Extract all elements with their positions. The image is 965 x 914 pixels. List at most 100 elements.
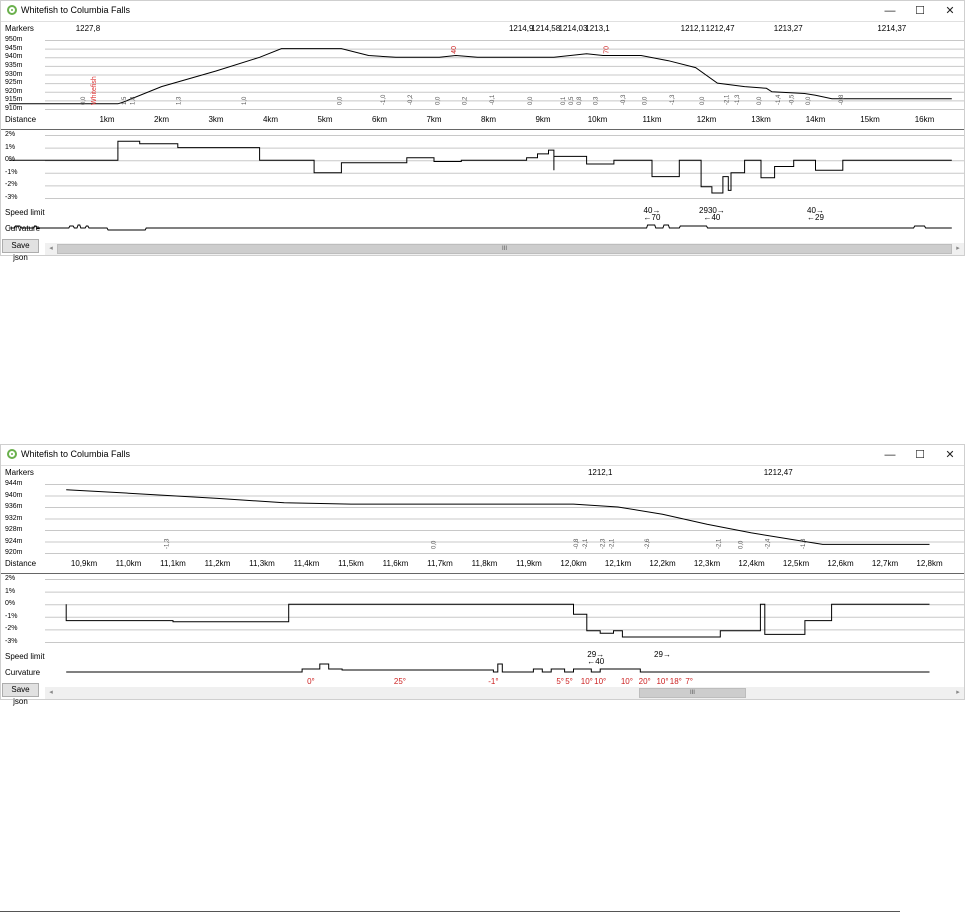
grade-profile-line: [65, 603, 930, 638]
segment-grade-label: 0,8: [577, 96, 583, 105]
segment-grade-label: -2,1: [716, 538, 722, 549]
segment-grade-label: -1,4: [776, 94, 782, 105]
curvature-degree-label: 20°: [639, 677, 651, 686]
elevation-profile-line: [8, 48, 952, 105]
distance-tick-label: 11,3km: [249, 559, 275, 568]
distance-tick-label: 11,7km: [427, 559, 453, 568]
speed-annotation-label: 70: [603, 46, 610, 54]
segment-grade-label: 0,0: [528, 96, 534, 105]
curvature-degree-label: 10°: [656, 677, 668, 686]
marker-label: 1213,27: [774, 24, 803, 33]
distance-tick-label: 6km: [372, 115, 387, 124]
segment-grade-label: -0,3: [621, 94, 627, 105]
distance-tick-label: 12,2km: [649, 559, 676, 568]
page-divider: [0, 911, 900, 912]
distance-tick-label: 11,8km: [472, 559, 498, 568]
segment-grade-label: -2,6: [645, 538, 651, 549]
segment-grade-label: 0,0: [643, 96, 649, 105]
distance-tick-label: 12,3km: [694, 559, 721, 568]
distance-tick-label: 12km: [697, 115, 717, 124]
segment-grade-label: 0,0: [81, 96, 87, 105]
grade-profile-line: [8, 140, 952, 194]
distance-tick-label: 8km: [481, 115, 496, 124]
distance-tick-label: 3km: [208, 115, 223, 124]
distance-tick-label: 11,2km: [205, 559, 231, 568]
track-profile-chart-bottom[interactable]: 1212,1 1212,47 10,9km 11,0km 11,1km 11,2km 11,…: [1, 445, 965, 701]
segment-grade-label: -1,0: [381, 94, 387, 105]
distance-tick-label: 11,1km: [160, 559, 186, 568]
curvature-degree-label: 25°: [394, 677, 406, 686]
elevation-profile-line: [66, 489, 930, 545]
segment-grade-label: -1,3: [165, 538, 171, 549]
distance-tick-label: 12,1km: [605, 559, 632, 568]
curvature-degree-label: 10°: [621, 677, 633, 686]
distance-tick-label: 10km: [588, 115, 608, 124]
segment-grade-label: 0,0: [700, 96, 706, 105]
curvature-degree-label: 5°: [565, 677, 573, 686]
marker-label: 1212,47: [706, 24, 735, 33]
scroll-left-icon[interactable]: ◂: [45, 687, 57, 699]
distance-tick-label: 11,6km: [383, 559, 409, 568]
curvature-degree-label: 7°: [685, 677, 693, 686]
distance-tick-label: 12,0km: [560, 559, 587, 568]
distance-tick-label: 11,0km: [116, 559, 142, 568]
distance-tick-label: 9km: [535, 115, 550, 124]
speed-limit-marker: ←70: [644, 213, 661, 222]
segment-grade-label: -1,3: [670, 94, 676, 105]
horizontal-scrollbar-bottom[interactable]: ◂ III ▸: [45, 687, 964, 699]
scroll-thumb[interactable]: III: [638, 688, 747, 698]
segment-grade-label: -1,3: [801, 538, 807, 549]
curvature-degree-label: 10°: [594, 677, 606, 686]
distance-tick-label: 4km: [263, 115, 278, 124]
segment-grade-label: 0,0: [432, 540, 438, 549]
segment-grade-label: -0,8: [574, 538, 580, 549]
speed-limit-marker: ←40: [587, 657, 604, 666]
curvature-degree-label: 0°: [307, 677, 315, 686]
distance-tick-label: 12,8km: [916, 559, 943, 568]
distance-tick-label: 1km: [99, 115, 114, 124]
marker-label: 1212,1: [588, 468, 613, 477]
speed-annotation-label: 40: [451, 46, 458, 54]
segment-grade-label: -2,1: [583, 538, 589, 549]
marker-label: 1214,03: [559, 24, 588, 33]
segment-grade-label: 1,3: [177, 96, 183, 105]
distance-tick-label: 12,7km: [872, 559, 899, 568]
distance-tick-label: 16km: [915, 115, 935, 124]
segment-grade-label: 0,1: [561, 96, 567, 105]
scroll-right-icon[interactable]: ▸: [952, 687, 964, 699]
segment-grade-label: 0,0: [337, 96, 343, 105]
curvature-profile-line: [66, 663, 930, 673]
marker-label: 1214,9: [509, 24, 534, 33]
scroll-right-icon[interactable]: ▸: [952, 243, 964, 255]
speed-limit-marker: 29→: [654, 650, 671, 659]
segment-grade-label: -2,4: [765, 538, 771, 549]
segment-grade-label: 1,8: [130, 96, 136, 105]
distance-tick-label: 15km: [860, 115, 880, 124]
curvature-degree-label: 18°: [670, 677, 682, 686]
scroll-thumb[interactable]: III: [57, 244, 952, 254]
track-profile-chart-top[interactable]: 1227,8 1214,91214,581214,031213,1 1212,1 12…: [1, 1, 965, 257]
segment-grade-label: -1,3: [735, 94, 741, 105]
distance-tick-label: 5km: [317, 115, 332, 124]
save-json-button[interactable]: Save json: [2, 683, 39, 706]
segment-grade-label: 0,0: [806, 96, 812, 105]
segment-grade-label: 1,5: [122, 96, 128, 105]
app-window-bottom: Whitefish to Columbia Falls — ☐ ✕ Marker…: [0, 444, 965, 706]
segment-grade-label: -2,1: [724, 94, 730, 105]
distance-tick-label: 11,9km: [516, 559, 542, 568]
segment-grade-label: 0,3: [594, 96, 600, 105]
station-name-label: Whitefish: [91, 76, 98, 105]
horizontal-scrollbar-top[interactable]: ◂ III ▸: [45, 243, 964, 255]
scroll-left-icon[interactable]: ◂: [45, 243, 57, 255]
distance-tick-label: 12,6km: [827, 559, 854, 568]
distance-tick-label: 10,9km: [71, 559, 98, 568]
marker-label: 1227,8: [76, 24, 101, 33]
segment-grade-label: -2,3: [601, 538, 607, 549]
segment-grade-label: 0,0: [739, 540, 745, 549]
distance-tick-label: 11,5km: [338, 559, 364, 568]
save-json-button[interactable]: Save json: [2, 239, 39, 262]
marker-label: 1212,1: [681, 24, 706, 33]
segment-grade-label: -0,1: [490, 94, 496, 105]
segment-grade-label: 1,0: [242, 96, 248, 105]
marker-label: 1213,1: [585, 24, 610, 33]
